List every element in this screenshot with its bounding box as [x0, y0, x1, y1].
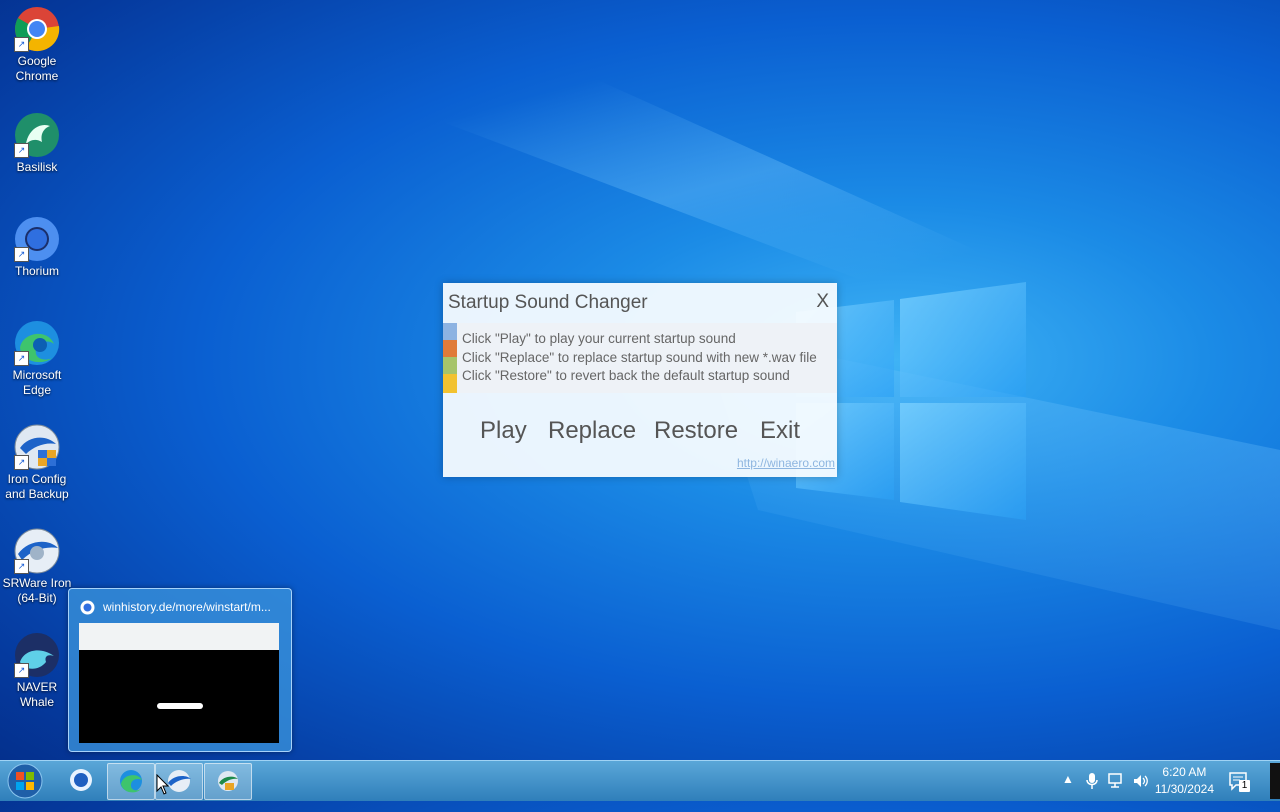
desktop-icon-label: Microsoft Edge: [12, 368, 62, 397]
thorium-icon: [80, 600, 95, 615]
shortcut-arrow-icon: ↗: [14, 351, 29, 366]
shortcut-arrow-icon: ↗: [14, 143, 29, 158]
shortcut-arrow-icon: ↗: [14, 663, 29, 678]
edge-icon: ↗: [14, 320, 60, 366]
shortcut-arrow-icon: ↗: [14, 247, 29, 262]
desktop-icon-thorium[interactable]: ↗ Thorium: [0, 210, 74, 279]
volume-icon[interactable]: [1132, 772, 1150, 790]
clock-date: 11/30/2024: [1154, 782, 1214, 796]
thumbnail-browser-toolbar: [79, 623, 279, 650]
network-icon[interactable]: [1108, 773, 1126, 789]
instructions-panel: Click "Play" to play your current startu…: [443, 323, 837, 393]
desktop-icon-label: Thorium: [14, 264, 59, 278]
exit-button[interactable]: Exit: [760, 417, 800, 445]
thumbnail-content-pill: [157, 703, 203, 709]
desktop-icon-edge[interactable]: ↗ Microsoft Edge: [0, 314, 74, 398]
color-strip-green: [443, 357, 457, 374]
show-desktop-button[interactable]: [1270, 763, 1280, 799]
taskbar-thumbnail-preview[interactable]: winhistory.de/more/winstart/m...: [68, 588, 292, 752]
shortcut-arrow-icon: ↗: [14, 559, 29, 574]
taskbar-item-edge[interactable]: [107, 763, 155, 800]
restore-button[interactable]: Restore: [654, 417, 738, 445]
taskbar-item-iron-config[interactable]: [204, 763, 252, 800]
desktop-icon-label: SRWare Iron (64-Bit): [2, 576, 72, 605]
startup-sound-changer-dialog: Startup Sound Changer X Click "Play" to …: [443, 283, 837, 477]
naver-whale-icon: ↗: [14, 632, 60, 678]
basilisk-icon: ↗: [14, 112, 60, 158]
iron-config-icon: ↗: [14, 424, 60, 470]
desktop-icon-label: NAVER Whale: [16, 680, 58, 709]
desktop-icon-iron-config[interactable]: ↗ Iron Config and Backup: [0, 418, 74, 502]
dialog-title: Startup Sound Changer: [448, 292, 648, 313]
desktop-icon-label: Google Chrome: [15, 54, 59, 83]
desktop-icon-basilisk[interactable]: ↗ Basilisk: [0, 106, 74, 175]
desktop-icon-label: Iron Config and Backup: [5, 472, 69, 501]
edge-icon: [120, 770, 142, 793]
srware-iron-icon: ↗: [14, 528, 60, 574]
instruction-play: Click "Play" to play your current startu…: [462, 331, 736, 346]
show-hidden-icons-button[interactable]: ▲: [1062, 772, 1074, 812]
desktop-icon-label: Basilisk: [16, 160, 58, 174]
action-center-button[interactable]: 1: [1228, 771, 1250, 793]
instruction-restore: Click "Restore" to revert back the defau…: [462, 368, 790, 383]
iron-config-icon: [218, 771, 238, 791]
mouse-cursor-icon: [156, 774, 170, 795]
taskbar: ▲ 6:20 AM 11/30/2024 1: [0, 760, 1280, 801]
close-button[interactable]: X: [816, 291, 829, 313]
chrome-icon: ↗: [14, 6, 60, 52]
clock-time: 6:20 AM: [1162, 765, 1207, 779]
replace-button[interactable]: Replace: [548, 417, 636, 445]
desktop-icon-srware-iron[interactable]: ↗ SRWare Iron (64-Bit): [0, 522, 74, 606]
shortcut-arrow-icon: ↗: [14, 455, 29, 470]
start-button[interactable]: [6, 762, 44, 800]
color-strip-blue: [443, 323, 457, 340]
notification-count-badge: 1: [1239, 780, 1250, 792]
thorium-icon: ↗: [14, 216, 60, 262]
microphone-icon[interactable]: [1086, 772, 1098, 790]
color-strip-orange: [443, 340, 457, 357]
thumbnail-title: winhistory.de/more/winstart/m...: [103, 600, 271, 614]
winaero-link[interactable]: http://winaero.com: [737, 456, 835, 470]
shortcut-arrow-icon: ↗: [14, 37, 29, 52]
play-button[interactable]: Play: [480, 417, 527, 445]
instruction-replace: Click "Replace" to replace startup sound…: [462, 350, 817, 365]
thorium-icon: [70, 769, 92, 791]
system-clock[interactable]: 6:20 AM 11/30/2024: [1155, 764, 1214, 798]
desktop-icon-chrome[interactable]: ↗ Google Chrome: [0, 0, 74, 84]
thumbnail-image: [79, 623, 279, 743]
desktop-icon-naver-whale[interactable]: ↗ NAVER Whale: [0, 626, 74, 710]
taskbar-item-thorium[interactable]: [58, 763, 104, 798]
color-strip-yellow: [443, 374, 457, 393]
